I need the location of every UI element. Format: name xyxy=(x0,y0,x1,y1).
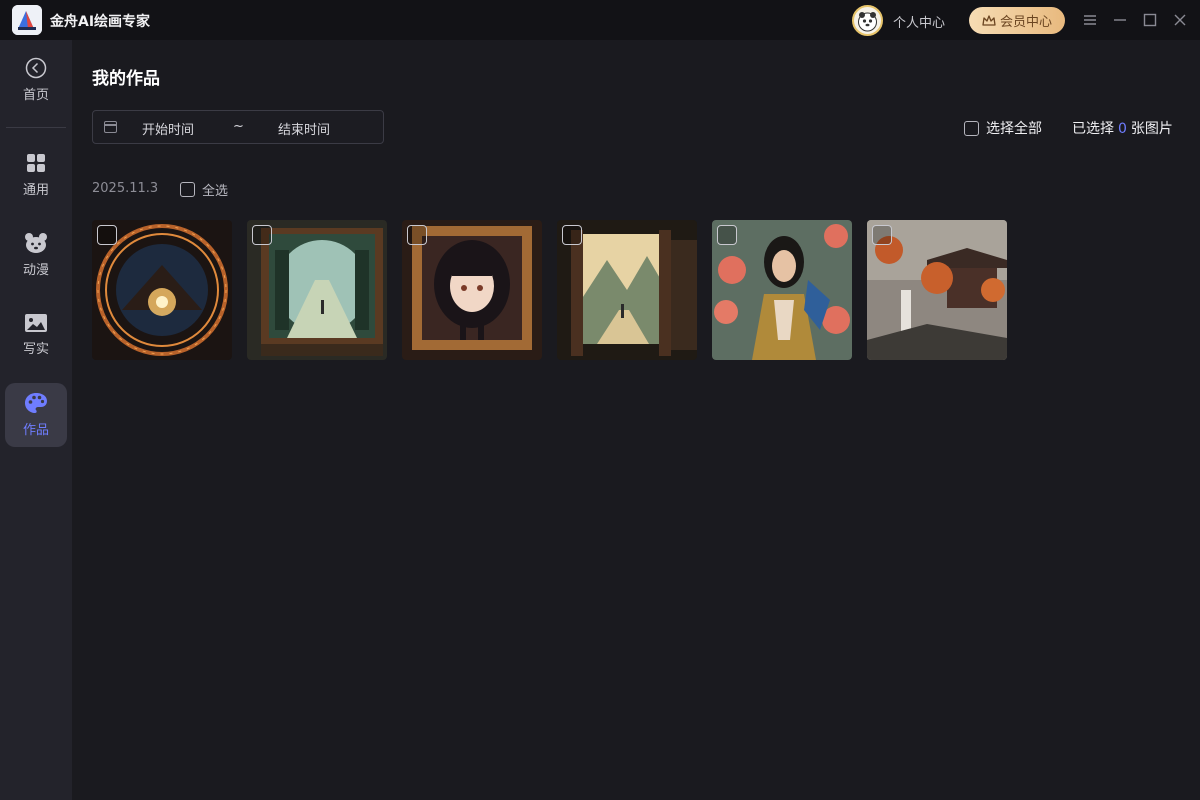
date-range-picker[interactable]: 开始时间 ~ 结束时间 xyxy=(92,110,384,144)
artwork-thumbnail[interactable] xyxy=(92,220,232,360)
group-select-all-checkbox[interactable] xyxy=(180,182,195,197)
sidebar-item-label: 作品 xyxy=(22,423,49,438)
select-all-label: 选择全部 xyxy=(986,121,1042,137)
selected-count-number: 0 xyxy=(1118,121,1127,137)
menu-icon[interactable] xyxy=(1080,10,1100,30)
app-logo-icon xyxy=(12,5,42,35)
artwork-thumbnail[interactable] xyxy=(867,220,1007,360)
personal-center-link[interactable]: 个人中心 xyxy=(893,12,945,31)
group-select-all-label: 全选 xyxy=(202,184,229,199)
back-circle-icon xyxy=(25,57,47,79)
date-separator: ~ xyxy=(233,119,244,134)
calendar-icon xyxy=(104,121,117,133)
artwork-checkbox[interactable] xyxy=(562,225,582,245)
maximize-icon[interactable] xyxy=(1140,10,1160,30)
palette-icon xyxy=(25,393,47,413)
sidebar-item-label: 动漫 xyxy=(22,263,49,278)
artwork-thumbnail[interactable] xyxy=(712,220,852,360)
artwork-thumbnail[interactable] xyxy=(557,220,697,360)
grid-icon xyxy=(27,154,45,172)
sidebar-item-label: 写实 xyxy=(22,342,49,357)
group-date: 2025.11.3 xyxy=(92,181,159,196)
sidebar-item-label: 首页 xyxy=(22,88,49,103)
bear-icon xyxy=(25,233,47,253)
end-date-input[interactable]: 结束时间 xyxy=(278,119,330,138)
group-select-all-toggle[interactable]: 全选 xyxy=(180,180,228,199)
selected-suffix: 张图片 xyxy=(1130,121,1173,137)
artwork-checkbox[interactable] xyxy=(872,225,892,245)
vip-center-button[interactable]: 会员中心 xyxy=(969,7,1065,34)
selected-count-text: 已选择 0 张图片 xyxy=(1072,118,1173,138)
sidebar-item-home[interactable]: 首页 xyxy=(5,48,67,112)
artwork-checkbox[interactable] xyxy=(407,225,427,245)
image-icon xyxy=(25,314,47,332)
artwork-checkbox[interactable] xyxy=(252,225,272,245)
select-all-checkbox[interactable] xyxy=(964,120,979,136)
sidebar-item-realistic[interactable]: 写实 xyxy=(5,303,67,367)
artwork-checkbox[interactable] xyxy=(717,225,737,245)
sidebar-item-works[interactable]: 作品 xyxy=(5,383,67,447)
sidebar: 首页 通用 动漫 写实 作品 xyxy=(0,40,72,800)
sidebar-item-label: 通用 xyxy=(22,183,49,198)
sidebar-divider xyxy=(6,127,66,128)
sidebar-item-anime[interactable]: 动漫 xyxy=(5,223,67,287)
app-title: 金舟AI绘画专家 xyxy=(50,14,151,30)
title-bar: 金舟AI绘画专家 个人中心 会员中心 xyxy=(0,0,1200,40)
start-date-input[interactable]: 开始时间 xyxy=(142,119,194,138)
selected-prefix: 已选择 xyxy=(1072,121,1114,137)
avatar[interactable] xyxy=(852,5,883,36)
artwork-thumbnail[interactable] xyxy=(247,220,387,360)
select-all-toggle[interactable]: 选择全部 xyxy=(964,118,1042,138)
minimize-icon[interactable] xyxy=(1110,10,1130,30)
page-title: 我的作品 xyxy=(92,69,160,89)
artwork-thumbnail[interactable] xyxy=(402,220,542,360)
sidebar-item-general[interactable]: 通用 xyxy=(5,143,67,207)
vip-center-label: 会员中心 xyxy=(999,15,1052,30)
works-panel: 我的作品 开始时间 ~ 结束时间 选择全部 已选择 0 张图片 2025.11.3 … xyxy=(72,40,1200,800)
close-icon[interactable] xyxy=(1170,10,1190,30)
artwork-checkbox[interactable] xyxy=(97,225,117,245)
crown-icon xyxy=(982,14,996,26)
